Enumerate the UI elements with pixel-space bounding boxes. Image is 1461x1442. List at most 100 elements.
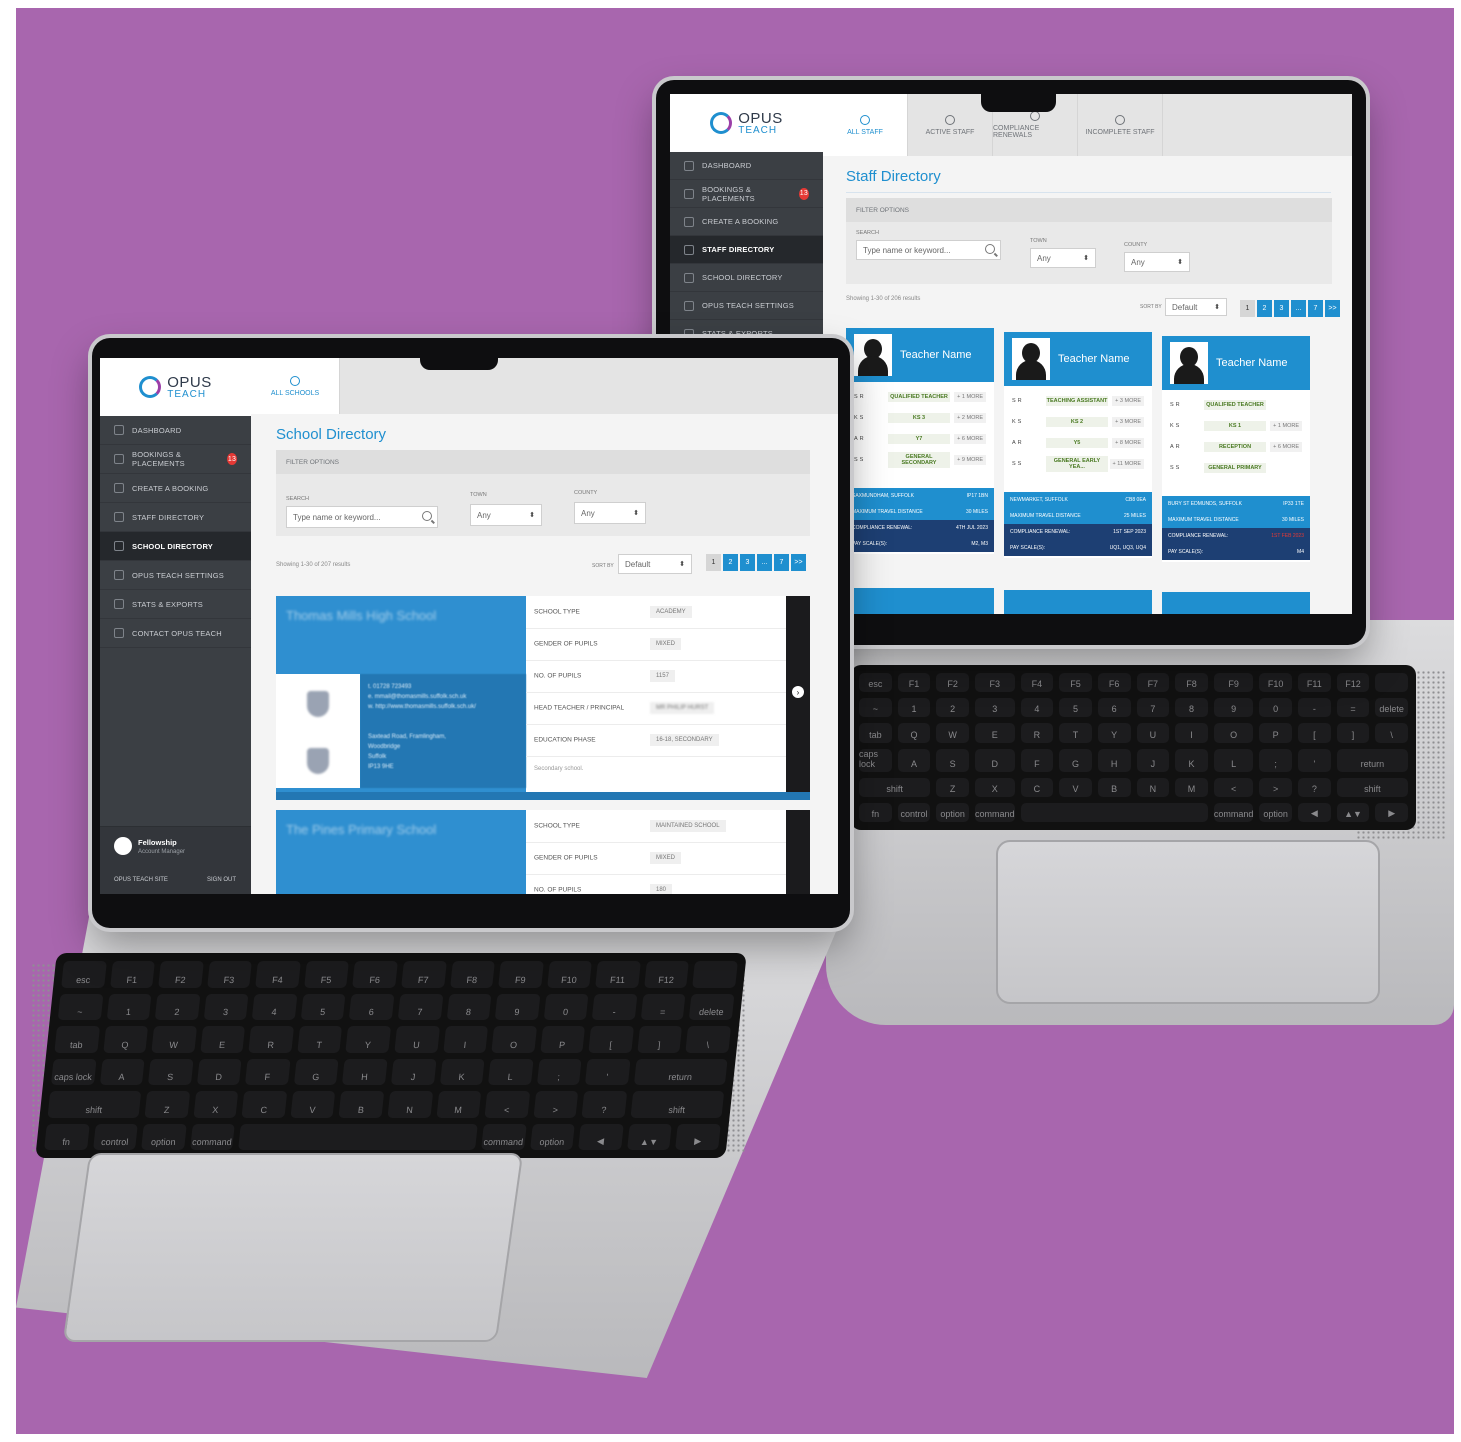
keyboard-key[interactable]: I (442, 1026, 489, 1053)
keyboard-key[interactable]: B (1097, 777, 1131, 797)
keyboard-key[interactable]: return (1336, 748, 1408, 772)
keyboard-key[interactable]: M (436, 1091, 482, 1118)
keyboard-key[interactable]: V (1059, 777, 1092, 797)
keyboard-key[interactable]: command (1213, 802, 1254, 822)
sidebar-item[interactable]: OPUS TEACH SETTINGS (100, 561, 251, 590)
keyboard-key[interactable]: W (936, 723, 969, 743)
page-button[interactable]: 1 (706, 554, 721, 571)
keyboard-key[interactable]: ] (1336, 723, 1370, 743)
keyboard-key[interactable]: F8 (449, 961, 496, 988)
keyboard-key[interactable]: ] (637, 1026, 683, 1053)
keyboard-key[interactable]: F1 (109, 961, 156, 988)
page-button[interactable]: 2 (723, 554, 738, 571)
keyboard-key[interactable]: 6 (349, 993, 395, 1020)
sidebar-item[interactable]: DASHBOARD (670, 152, 823, 180)
keyboard-key[interactable]: 7 (397, 993, 444, 1020)
keyboard-key[interactable]: ▶ (1375, 802, 1408, 822)
more-badge[interactable]: + 1 MORE (954, 391, 986, 402)
staff-card[interactable]: Teacher Name SR QUALIFIED TEACHER + 1 MORE K… (846, 328, 994, 554)
more-badge[interactable]: + 1 MORE (1270, 420, 1302, 431)
search-icon[interactable] (985, 244, 995, 254)
sidebar-item[interactable]: SCHOOL DIRECTORY (670, 264, 823, 292)
search-input[interactable]: Type name or keyword... (856, 240, 1001, 260)
tab-item[interactable]: ALL STAFF (823, 94, 908, 156)
sort-select[interactable]: Default ⬍ (618, 554, 692, 574)
keyboard-key[interactable] (1375, 673, 1408, 693)
keyboard-key[interactable]: esc (61, 961, 107, 988)
keyboard-key[interactable]: = (1336, 698, 1370, 718)
keyboard-key[interactable]: E (974, 723, 1015, 743)
more-badge[interactable]: + 8 MORE (1112, 437, 1144, 448)
keyboard-key[interactable]: F9 (1213, 673, 1254, 693)
keyboard-key[interactable]: ~ (859, 698, 892, 718)
keyboard-key[interactable]: D (974, 748, 1015, 772)
more-badge[interactable]: + 3 MORE (1112, 416, 1144, 427)
keyboard-key[interactable]: X (974, 777, 1015, 797)
keyboard-key[interactable] (692, 961, 738, 988)
keyboard-key[interactable]: 8 (1175, 698, 1208, 718)
keyboard-key[interactable]: F (245, 1058, 291, 1085)
page-button[interactable]: >> (791, 554, 806, 571)
keyboard-key[interactable]: tab (54, 1026, 100, 1053)
keyboard-key[interactable]: F10 (1259, 673, 1292, 693)
school-card[interactable]: The Pines Primary School SCHOOL TYPE MAIN… (276, 810, 810, 894)
keyboard-key[interactable]: fn (859, 802, 892, 822)
keyboard-key[interactable]: [ (588, 1026, 634, 1053)
keyboard-key[interactable]: > (533, 1091, 579, 1118)
keyboard-key[interactable]: 3 (974, 698, 1015, 718)
keyboard-key[interactable]: O (491, 1026, 537, 1053)
keyboard-key[interactable]: F1 (897, 673, 931, 693)
keyboard-key[interactable]: P (540, 1026, 586, 1053)
keyboard-key[interactable]: I (1175, 723, 1208, 743)
keyboard-key[interactable]: A (99, 1058, 145, 1085)
keyboard-key[interactable]: L (1213, 748, 1254, 772)
keyboard-key[interactable]: Z (144, 1091, 190, 1118)
page-button[interactable]: 1 (1240, 300, 1255, 317)
keyboard-key[interactable]: H (342, 1058, 388, 1085)
keyboard-key[interactable]: ' (585, 1058, 631, 1085)
keyboard-key[interactable]: 1 (897, 698, 931, 718)
sidebar-item[interactable]: STAFF DIRECTORY (670, 236, 823, 264)
sidebar-item[interactable]: SCHOOL DIRECTORY (100, 532, 251, 561)
keyboard-key[interactable]: F3 (206, 961, 253, 988)
staff-card[interactable] (846, 588, 994, 614)
keyboard-key[interactable]: tab (859, 723, 892, 743)
more-badge[interactable]: + 11 MORE (1109, 458, 1144, 469)
keyboard-key[interactable]: ; (1259, 748, 1292, 772)
keyboard-key[interactable]: 1 (106, 993, 152, 1020)
keyboard-key[interactable]: control (897, 802, 931, 822)
keyboard-key[interactable]: G (293, 1058, 340, 1085)
keyboard-key[interactable]: X (193, 1091, 239, 1118)
keyboard-key[interactable]: F12 (1336, 673, 1370, 693)
sidebar-item[interactable]: CREATE A BOOKING (100, 474, 251, 503)
keyboard-key[interactable]: U (1136, 723, 1170, 743)
more-badge[interactable]: + 2 MORE (954, 412, 986, 423)
keyboard-key[interactable]: F10 (546, 961, 593, 988)
keyboard-key[interactable]: F (1020, 748, 1054, 772)
school-card[interactable]: Thomas Mills High School t. 01728 723493… (276, 596, 810, 800)
keyboard-key[interactable]: J (390, 1058, 437, 1085)
keyboard-key[interactable]: Q (897, 723, 931, 743)
keyboard-key[interactable]: 6 (1097, 698, 1131, 718)
keyboard-key[interactable]: - (592, 993, 638, 1020)
keyboard-key[interactable]: ▶ (675, 1123, 721, 1150)
keyboard-key[interactable]: F6 (1097, 673, 1131, 693)
more-badge[interactable]: + 9 MORE (954, 454, 986, 465)
keyboard-key[interactable]: F2 (936, 673, 969, 693)
keyboard-key[interactable]: F11 (595, 961, 641, 988)
keyboard-key[interactable]: control (92, 1123, 138, 1150)
page-button[interactable]: 3 (1274, 300, 1289, 317)
keyboard-key[interactable] (238, 1123, 478, 1150)
keyboard-key[interactable]: B (338, 1091, 385, 1118)
keyboard-key[interactable]: S (936, 748, 969, 772)
page-button[interactable]: 2 (1257, 300, 1272, 317)
keyboard-key[interactable]: option (936, 802, 969, 822)
keyboard-key[interactable]: G (1059, 748, 1092, 772)
keyboard-key[interactable]: E (200, 1026, 246, 1053)
staff-card[interactable] (1004, 590, 1152, 614)
staff-card[interactable]: Teacher Name SR TEACHING ASSISTANT + 3 MORE… (1004, 332, 1152, 558)
keyboard-key[interactable]: 2 (154, 993, 201, 1020)
keyboard-key[interactable]: C (1020, 777, 1054, 797)
keyboard-key[interactable]: F2 (158, 961, 204, 988)
sidebar-item[interactable]: DASHBOARD (100, 416, 251, 445)
